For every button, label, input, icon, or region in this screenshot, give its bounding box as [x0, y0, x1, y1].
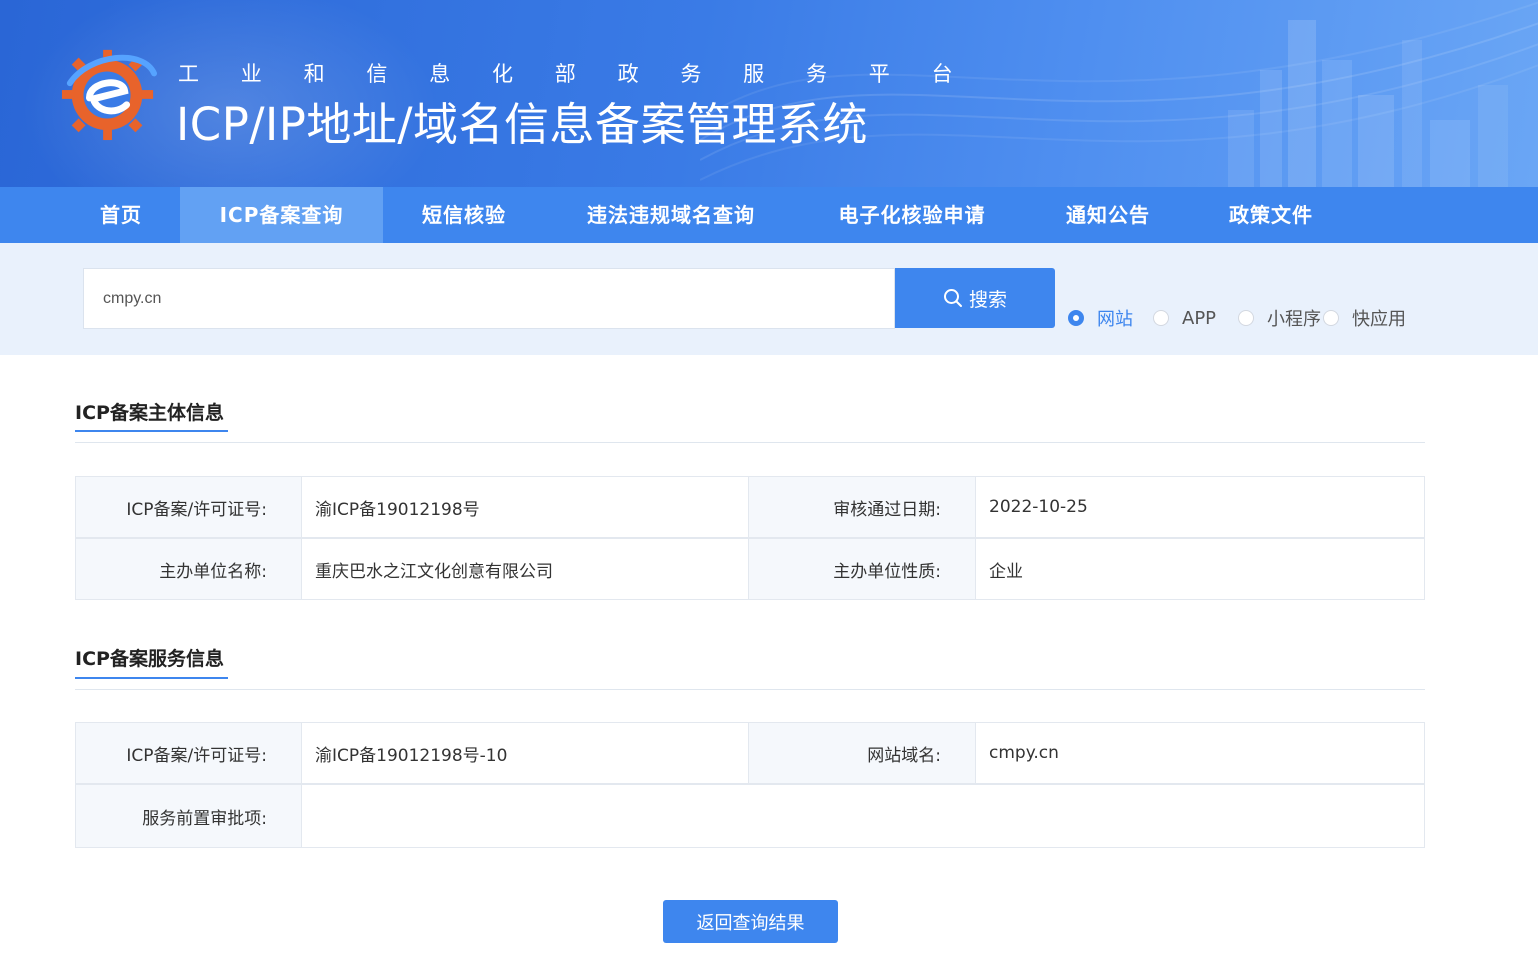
table-label: ICP备案/许可证号:	[75, 722, 302, 784]
section-divider	[75, 689, 1425, 690]
back-to-results-button[interactable]: 返回查询结果	[663, 900, 838, 943]
approval-date: 2022-10-25	[975, 476, 1425, 538]
table-label: 网站域名:	[748, 722, 976, 784]
radio-dot	[1323, 310, 1339, 326]
nav-sms-verify[interactable]: 短信核验	[400, 187, 528, 243]
radio-dot	[1238, 310, 1254, 326]
service-info-title: ICP备案服务信息	[75, 648, 224, 670]
subject-info-title: ICP备案主体信息	[75, 402, 224, 424]
search-button[interactable]: 搜索	[895, 268, 1055, 328]
radio-quick-app[interactable]: 快应用	[1323, 305, 1406, 331]
table-label: ICP备案/许可证号:	[75, 476, 302, 538]
site-logo-icon	[61, 49, 158, 141]
website-domain: cmpy.cn	[975, 722, 1425, 784]
system-title: ICP/IP地址/域名信息备案管理系统	[176, 98, 869, 151]
radio-dot	[1153, 310, 1169, 326]
table-label: 审核通过日期:	[748, 476, 976, 538]
nav-illegal-domain-query[interactable]: 违法违规域名查询	[562, 187, 780, 243]
main-nav: 首页 ICP备案查询 短信核验 违法违规域名查询 电子化核验申请 通知公告 政策…	[0, 187, 1538, 243]
search-button-label: 搜索	[968, 288, 1007, 311]
table-label: 服务前置审批项:	[75, 784, 302, 848]
nav-notices[interactable]: 通知公告	[1046, 187, 1170, 243]
pre-approval-items	[301, 784, 1425, 848]
radio-app[interactable]: APP	[1153, 305, 1216, 331]
search-icon	[943, 289, 962, 307]
radio-label: 网站	[1097, 309, 1133, 330]
ministry-subtitle: 工业和信息化部政务服务平台	[178, 62, 953, 86]
section-divider	[75, 442, 1425, 443]
radio-mini-program[interactable]: 小程序	[1238, 305, 1321, 331]
table-label: 主办单位名称:	[75, 538, 302, 600]
radio-dot	[1068, 310, 1084, 326]
section-title-underline	[75, 677, 228, 679]
radio-label: 快应用	[1352, 309, 1406, 330]
nav-home[interactable]: 首页	[78, 187, 164, 243]
header-banner: 工业和信息化部政务服务平台 ICP/IP地址/域名信息备案管理系统	[0, 0, 1538, 187]
city-skyline-decoration	[1228, 20, 1508, 187]
nav-electronic-verify[interactable]: 电子化核验申请	[816, 187, 1008, 243]
table-label: 主办单位性质:	[748, 538, 976, 600]
nav-policy-docs[interactable]: 政策文件	[1208, 187, 1334, 243]
organizer-nature: 企业	[975, 538, 1425, 600]
section-title-underline	[75, 430, 228, 432]
search-input[interactable]	[83, 268, 895, 329]
radio-label: APP	[1182, 307, 1217, 329]
radio-website[interactable]: 网站	[1068, 305, 1133, 331]
icp-license-number: 渝ICP备19012198号	[301, 476, 749, 538]
organizer-name: 重庆巴水之江文化创意有限公司	[301, 538, 749, 600]
nav-icp-query[interactable]: ICP备案查询	[180, 187, 383, 243]
radio-label: 小程序	[1267, 309, 1321, 330]
service-icp-license-number: 渝ICP备19012198号-10	[301, 722, 749, 784]
